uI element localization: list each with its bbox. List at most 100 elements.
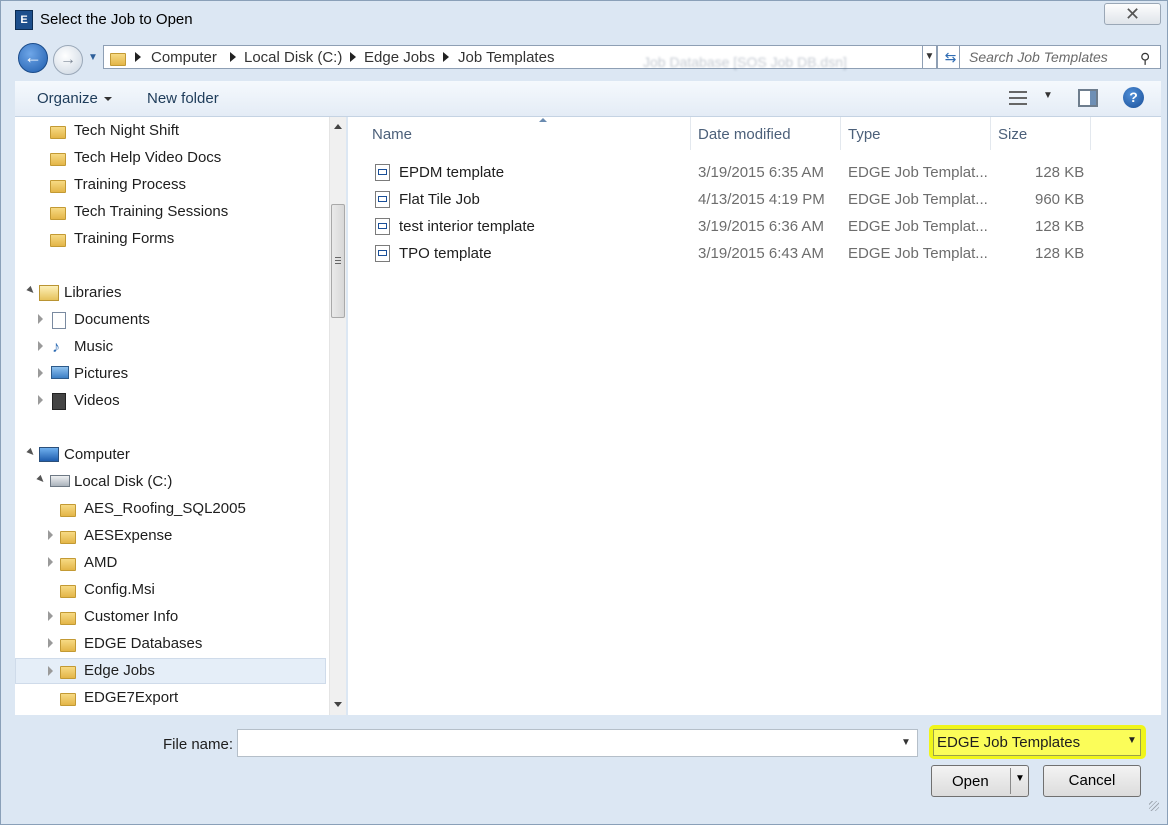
nav-library-videos[interactable]: Videos bbox=[15, 388, 325, 414]
folder-icon bbox=[60, 690, 76, 707]
breadcrumb-separator-icon[interactable] bbox=[230, 52, 236, 62]
breadcrumb-separator-icon[interactable] bbox=[350, 52, 356, 62]
expand-arrow-icon[interactable] bbox=[48, 557, 53, 567]
folder-icon bbox=[60, 582, 76, 599]
expand-arrow-icon[interactable] bbox=[38, 314, 43, 324]
breadcrumb-local-disk[interactable]: Local Disk (C:) bbox=[244, 49, 342, 66]
new-folder-button[interactable]: New folder bbox=[147, 90, 219, 107]
address-history-dropdown[interactable]: ▼ bbox=[923, 45, 937, 69]
nav-folder-item[interactable]: AESExpense bbox=[15, 523, 325, 549]
nav-folder-item[interactable]: EDGE Databases bbox=[15, 631, 325, 657]
folder-icon bbox=[60, 663, 76, 680]
file-type: EDGE Job Templat... bbox=[848, 164, 988, 181]
file-date: 3/19/2015 6:43 AM bbox=[698, 245, 824, 262]
dialog-title: Select the Job to Open bbox=[40, 11, 193, 28]
file-name-label: File name: bbox=[163, 736, 234, 753]
nav-folder-item[interactable]: AMD bbox=[15, 550, 325, 576]
nav-computer[interactable]: Computer bbox=[15, 442, 325, 468]
preview-pane-icon[interactable] bbox=[1078, 89, 1098, 107]
expand-arrow-icon[interactable] bbox=[48, 666, 53, 676]
collapse-arrow-icon[interactable] bbox=[26, 447, 36, 458]
folder-icon bbox=[60, 501, 76, 518]
expand-arrow-icon[interactable] bbox=[48, 611, 53, 621]
expand-arrow-icon[interactable] bbox=[38, 341, 43, 351]
libraries-icon bbox=[39, 285, 59, 305]
nav-folder-item[interactable]: Customer Info bbox=[15, 604, 325, 630]
nav-folder-item[interactable]: Tech Night Shift bbox=[15, 118, 325, 144]
file-date: 4/13/2015 4:19 PM bbox=[698, 191, 825, 208]
search-input[interactable]: Search Job Templates ⚲ bbox=[959, 45, 1161, 69]
expand-arrow-icon[interactable] bbox=[38, 368, 43, 378]
nav-folder-item[interactable]: Training Forms bbox=[15, 226, 325, 252]
folder-icon bbox=[50, 177, 66, 194]
column-header-size[interactable]: Size bbox=[991, 117, 1091, 150]
file-name-input[interactable] bbox=[237, 729, 918, 757]
expand-arrow-icon[interactable] bbox=[48, 530, 53, 540]
column-header-date-modified[interactable]: Date modified bbox=[691, 117, 841, 150]
edge-template-file-icon bbox=[375, 164, 390, 181]
expand-arrow-icon[interactable] bbox=[38, 395, 43, 405]
folder-icon bbox=[60, 528, 76, 545]
view-options-dropdown[interactable]: ▼ bbox=[1043, 90, 1053, 101]
nav-libraries[interactable]: Libraries bbox=[15, 280, 325, 306]
column-header-type[interactable]: Type bbox=[841, 117, 991, 150]
file-date: 3/19/2015 6:35 AM bbox=[698, 164, 824, 181]
file-name: TPO template bbox=[399, 245, 492, 262]
chevron-down-icon bbox=[103, 97, 112, 102]
file-row[interactable]: Flat Tile Job 4/13/2015 4:19 PM EDGE Job… bbox=[348, 186, 1088, 213]
nav-folder-item[interactable]: AES_Roofing_SQL2005 bbox=[15, 496, 325, 522]
nav-library-music[interactable]: ♪ Music bbox=[15, 334, 325, 360]
collapse-arrow-icon[interactable] bbox=[36, 474, 46, 485]
folder-icon bbox=[60, 555, 76, 572]
scroll-thumb[interactable] bbox=[331, 204, 345, 318]
file-size: 960 KB bbox=[1035, 191, 1085, 208]
navigation-scrollbar[interactable] bbox=[329, 117, 346, 715]
nav-library-documents[interactable]: Documents bbox=[15, 307, 325, 333]
command-toolbar: Organize New folder ▼ ? bbox=[15, 81, 1161, 117]
breadcrumb-edge-jobs[interactable]: Edge Jobs bbox=[364, 49, 435, 66]
folder-icon bbox=[60, 609, 76, 626]
open-options-dropdown[interactable]: ▼ bbox=[1015, 773, 1025, 784]
nav-folder-item[interactable]: Training Process bbox=[15, 172, 325, 198]
file-name: EPDM template bbox=[399, 164, 505, 181]
nav-library-pictures[interactable]: Pictures bbox=[15, 361, 325, 387]
nav-folder-item-selected[interactable]: Edge Jobs bbox=[15, 658, 326, 684]
file-type: EDGE Job Templat... bbox=[848, 191, 988, 208]
app-icon: E bbox=[15, 10, 33, 30]
search-icon[interactable]: ⚲ bbox=[1140, 50, 1150, 67]
close-icon: ✕ bbox=[1124, 4, 1141, 24]
file-name: Flat Tile Job bbox=[399, 191, 480, 208]
scroll-up-icon[interactable] bbox=[334, 124, 342, 129]
resize-grip[interactable] bbox=[1149, 801, 1159, 811]
nav-folder-item[interactable]: EDGE7Export bbox=[15, 685, 325, 711]
open-button[interactable]: Open ▼ bbox=[931, 765, 1029, 797]
scroll-down-icon[interactable] bbox=[334, 702, 342, 707]
nav-folder-item[interactable]: Config.Msi bbox=[15, 577, 325, 603]
nav-local-disk[interactable]: Local Disk (C:) bbox=[15, 469, 325, 495]
breadcrumb-computer[interactable]: Computer bbox=[151, 49, 217, 66]
file-row[interactable]: TPO template 3/19/2015 6:43 AM EDGE Job … bbox=[348, 240, 1088, 267]
breadcrumb-separator-icon[interactable] bbox=[443, 52, 449, 62]
file-type-filter-select[interactable]: EDGE Job Templates ▼ bbox=[933, 729, 1141, 756]
expand-arrow-icon[interactable] bbox=[48, 638, 53, 648]
back-button[interactable]: ← bbox=[18, 43, 48, 73]
help-icon[interactable]: ? bbox=[1123, 87, 1144, 108]
nav-folder-item[interactable]: Tech Help Video Docs bbox=[15, 145, 325, 171]
pictures-icon bbox=[51, 366, 69, 383]
breadcrumb-separator-icon[interactable] bbox=[135, 52, 141, 62]
forward-button[interactable]: → bbox=[53, 45, 83, 75]
nav-folder-item[interactable]: Tech Training Sessions bbox=[15, 199, 325, 225]
dialog-footer: File name: ▼ EDGE Job Templates ▼ Open ▼… bbox=[15, 717, 1161, 811]
cancel-button[interactable]: Cancel bbox=[1043, 765, 1141, 797]
close-button[interactable]: ✕ bbox=[1104, 3, 1161, 25]
file-row[interactable]: EPDM template 3/19/2015 6:35 AM EDGE Job… bbox=[348, 159, 1088, 186]
change-view-icon[interactable] bbox=[1009, 91, 1027, 105]
organize-button[interactable]: Organize bbox=[37, 90, 112, 107]
column-header-name[interactable]: Name bbox=[365, 117, 691, 150]
collapse-arrow-icon[interactable] bbox=[26, 285, 36, 296]
breadcrumb-job-templates[interactable]: Job Templates bbox=[458, 49, 554, 66]
search-placeholder: Search Job Templates bbox=[969, 49, 1108, 65]
file-row[interactable]: test interior template 3/19/2015 6:36 AM… bbox=[348, 213, 1088, 240]
recent-pages-dropdown[interactable]: ▼ bbox=[88, 52, 98, 63]
file-name-history-dropdown[interactable]: ▼ bbox=[901, 737, 911, 748]
